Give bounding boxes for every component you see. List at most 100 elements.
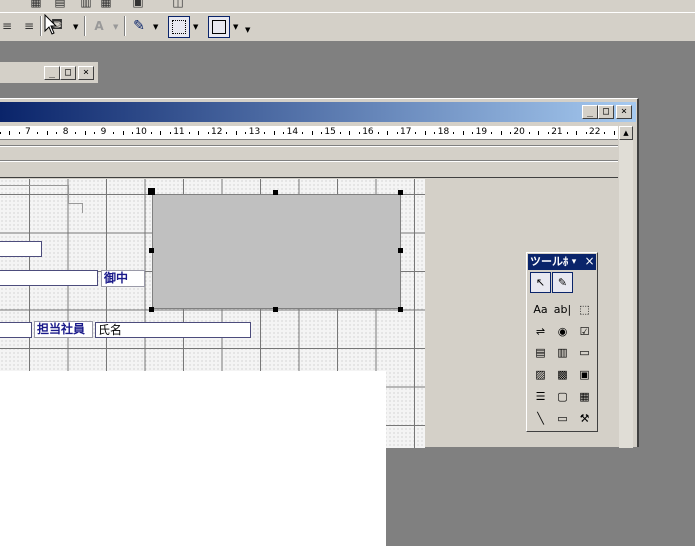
font-color-dropdown-icon[interactable]: ▼ (113, 23, 118, 31)
ruler-number: 18 (437, 127, 450, 137)
ruler-number: 7 (25, 127, 31, 137)
ruler-tick (509, 132, 511, 134)
employee-name-field[interactable]: 氏名 (95, 322, 251, 338)
toolbar-icon-top-2[interactable]: ▤ (52, 0, 68, 12)
ruler-tick (113, 132, 115, 134)
resize-handle-top[interactable] (273, 190, 278, 195)
label-tool[interactable]: Aa (530, 299, 551, 320)
ruler-number: 16 (362, 127, 374, 137)
ruler-tick (84, 131, 86, 135)
line-style-dropdown-icon[interactable]: ▼ (233, 23, 238, 31)
ruler-tick (500, 131, 502, 135)
ruler-tick (264, 132, 266, 134)
command-button-tool[interactable]: ▭ (574, 342, 595, 363)
ruler-tick (424, 131, 426, 135)
ruler-tick (235, 131, 237, 135)
combo-box-tool[interactable]: ▤ (530, 342, 551, 363)
toolbox-menu-arrow-icon[interactable]: ▾ (568, 255, 580, 269)
toolbox-palette: ツールﾎﾞ ▾ × ↖ ✎ Aa ab| ⬚ ⇌ ◉ ☑ ▤ ▥ ▭ ▨ ▩ ▣ ☰ ▢ ▦ ╲ ▭ ⚒ (526, 252, 598, 432)
toolbar-options-icon[interactable]: ▼ (245, 26, 250, 34)
minimize-button[interactable]: _ (582, 105, 598, 119)
check-box-tool[interactable]: ☑ (574, 321, 595, 342)
line-color-dropdown-icon[interactable]: ▼ (153, 23, 158, 31)
ruler-tick (226, 132, 228, 134)
ruler-tick (311, 131, 313, 135)
border-icon[interactable] (168, 16, 190, 38)
label-tanto-shain[interactable]: 担当社員 (34, 321, 93, 338)
ruler-tick (46, 131, 48, 135)
label-onchu[interactable]: 御中 (101, 270, 145, 287)
ruler-tick (472, 132, 474, 134)
back-close-button[interactable]: × (78, 66, 94, 80)
close-button[interactable]: × (616, 105, 632, 119)
bound-object-frame-tool[interactable]: ▣ (574, 364, 595, 385)
ruler-tick (377, 132, 379, 134)
select-objects-tool[interactable]: ↖ (530, 272, 551, 293)
ruler-tick (491, 132, 493, 134)
resize-handle-right[interactable] (398, 248, 403, 253)
fill-color-dropdown-icon[interactable]: ▼ (73, 23, 78, 31)
horizontal-ruler: 7 8 9 10 11 12 13 14 15 16 17 18 19 20 21 22 (0, 126, 618, 140)
textbox-tool[interactable]: ab| (552, 299, 573, 320)
section-header-bars (0, 141, 618, 179)
restore-button[interactable]: □ (598, 105, 614, 119)
scroll-up-arrow-icon[interactable]: ▲ (619, 126, 633, 140)
tab-control-tool[interactable]: ▢ (552, 386, 573, 407)
ruler-tick (198, 131, 200, 135)
ruler-tick (358, 132, 360, 134)
ruler-number: 22 (589, 127, 601, 137)
control-wizard-tool[interactable]: ✎ (552, 272, 573, 293)
line-style-icon[interactable] (208, 16, 230, 38)
line-tool[interactable]: ╲ (530, 408, 551, 429)
toolbar-icon-top-1[interactable]: ▦ (28, 0, 44, 12)
resize-handle-top-right[interactable] (398, 190, 403, 195)
ruler-tick (283, 132, 285, 134)
report-field-3[interactable] (0, 322, 32, 338)
toolbar-icon-top-5[interactable]: ▣ (130, 0, 146, 12)
resize-handle-bottom-right[interactable] (398, 307, 403, 312)
unbound-object-frame-tool[interactable]: ▩ (552, 364, 573, 385)
vertical-scrollbar[interactable] (619, 140, 633, 448)
ruler-number: 13 (248, 127, 261, 137)
ruler-tick (566, 132, 568, 134)
toolbar-icon-top-3[interactable]: ▥ (78, 0, 94, 12)
report-field-2[interactable] (0, 270, 98, 286)
more-controls-tool[interactable]: ⚒ (574, 408, 595, 429)
resize-handle-bottom-left[interactable] (149, 307, 154, 312)
ruler-tick (585, 132, 587, 134)
mouse-cursor-icon (44, 14, 58, 35)
list-box-tool[interactable]: ▥ (552, 342, 573, 363)
ruler-number: 12 (211, 127, 223, 137)
align-right-icon[interactable]: ≡ (22, 16, 36, 36)
image-control-selected[interactable] (152, 194, 401, 309)
image-tool[interactable]: ▨ (530, 364, 551, 385)
resize-handle-bottom[interactable] (273, 307, 278, 312)
option-group-tool[interactable]: ⬚ (574, 299, 595, 320)
report-field-1[interactable] (0, 241, 42, 257)
ruler-tick (150, 132, 152, 134)
page-break-tool[interactable]: ☰ (530, 386, 551, 407)
ruler-tick (207, 132, 209, 134)
ruler-tick (387, 131, 389, 135)
rectangle-tool[interactable]: ▭ (552, 408, 573, 429)
font-color-icon[interactable]: A (90, 16, 108, 36)
ruler-number: 14 (286, 127, 299, 137)
toolbar-icon-top-6[interactable]: ◫ (170, 0, 186, 12)
ruler-tick (453, 132, 455, 134)
ruler-tick (576, 131, 578, 135)
back-minimize-button[interactable]: _ (44, 66, 60, 80)
toolbar-icon-top-4[interactable]: ▦ (98, 0, 114, 12)
toggle-button-tool[interactable]: ⇌ (530, 321, 551, 342)
ruler-number: 10 (135, 127, 147, 137)
resize-handle-left[interactable] (149, 248, 154, 253)
toolbox-close-icon[interactable]: × (583, 254, 596, 269)
resize-handle-move[interactable] (148, 188, 155, 195)
ruler-tick (538, 131, 540, 135)
option-button-tool[interactable]: ◉ (552, 321, 573, 342)
line-color-icon[interactable]: ✎ (130, 16, 148, 36)
subform-tool[interactable]: ▦ (574, 386, 595, 407)
back-restore-button[interactable]: □ (60, 66, 76, 80)
ruler-tick (245, 132, 247, 134)
align-center-icon[interactable]: ≡ (0, 16, 14, 36)
border-dropdown-icon[interactable]: ▼ (193, 23, 198, 31)
